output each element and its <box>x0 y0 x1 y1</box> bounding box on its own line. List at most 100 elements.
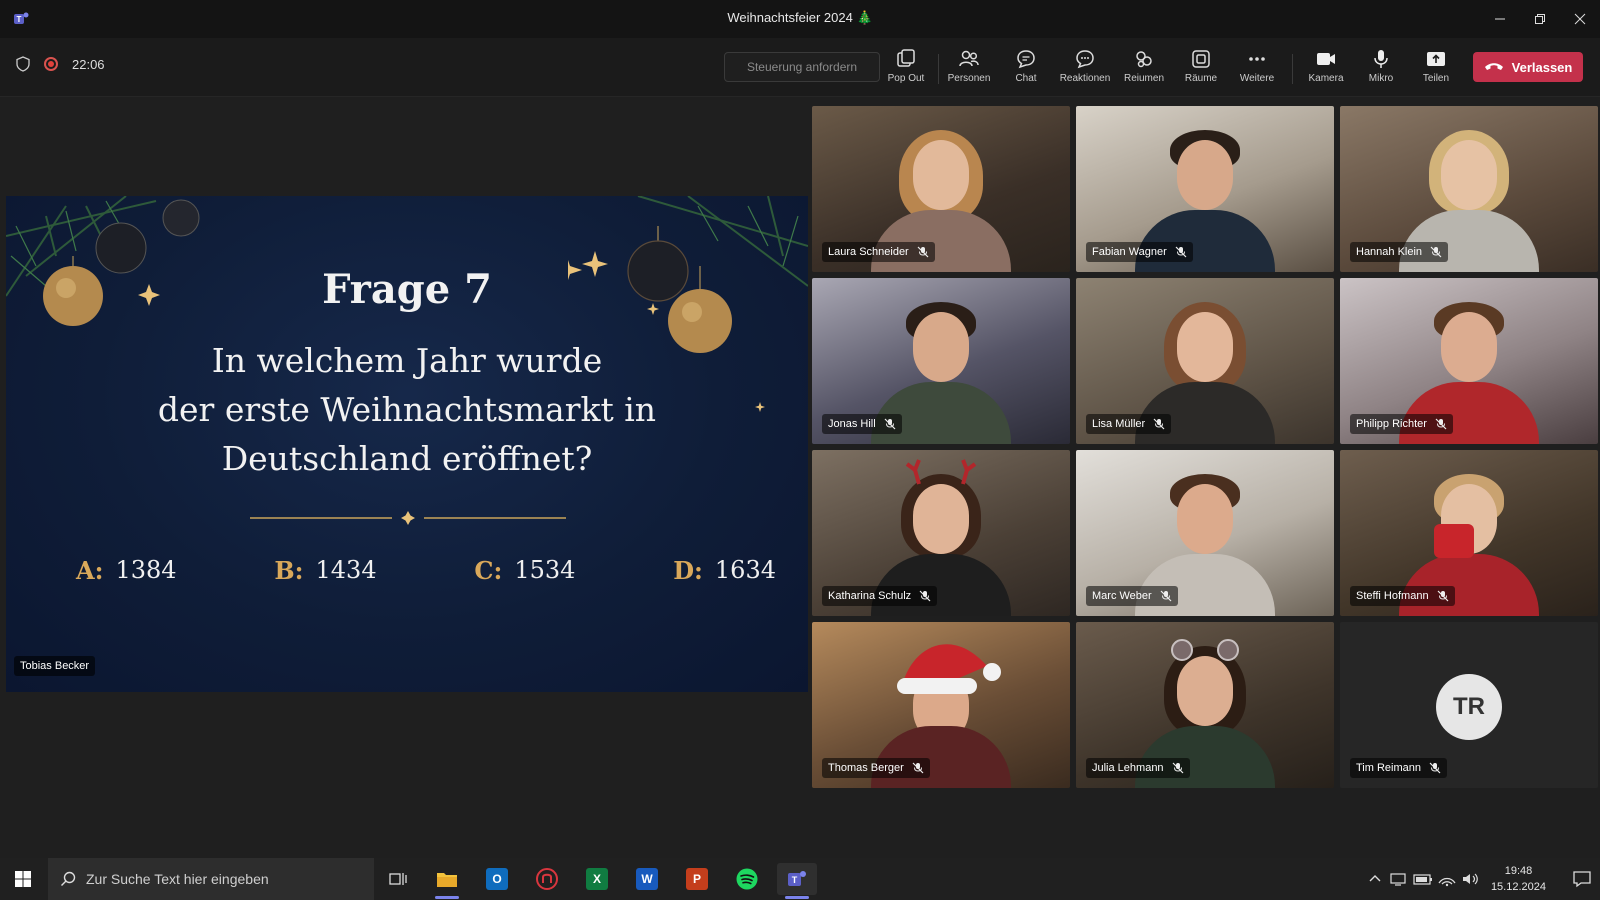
participant-tile[interactable]: Thomas Berger <box>812 622 1070 788</box>
tool-label: Räume <box>1184 73 1218 84</box>
task-view-icon <box>389 873 407 885</box>
reactions-button[interactable]: Reaktionen <box>1057 48 1113 90</box>
windows-taskbar: Zur Suche Text hier eingeben O X W P T 1… <box>0 858 1600 900</box>
toolbar-divider <box>938 54 939 84</box>
people-icon <box>959 50 979 67</box>
meeting-timer: 22:06 <box>72 56 105 72</box>
mic-off-icon <box>1153 418 1165 430</box>
slide-title: Frage 7 <box>322 266 492 313</box>
participant-name-tag: Jonas Hill <box>822 414 902 434</box>
spotify-icon <box>736 868 758 890</box>
taskbar-clock[interactable]: 19:48 15.12.2024 <box>1491 863 1546 895</box>
participant-name-tag: Julia Lehmann <box>1086 758 1190 778</box>
participant-tile[interactable]: Hannah Klein <box>1340 106 1598 272</box>
mic-off-icon <box>1429 762 1441 774</box>
battery-icon[interactable] <box>1411 871 1435 887</box>
chevron-up-icon[interactable] <box>1363 871 1387 887</box>
participant-name-tag: Hannah Klein <box>1350 242 1449 262</box>
share-button[interactable]: Teilen <box>1408 48 1464 90</box>
powerpoint-button[interactable]: P <box>677 863 717 895</box>
close-button[interactable] <box>1560 0 1600 38</box>
participant-name-tag: Lisa Müller <box>1086 414 1172 434</box>
teams-button[interactable]: T <box>777 863 817 899</box>
rooms-button[interactable]: Räume <box>1173 48 1229 90</box>
camera-icon <box>1317 53 1335 65</box>
participant-tile[interactable]: Katharina Schulz <box>812 450 1070 616</box>
mic-off-icon <box>1437 590 1448 602</box>
network-display-icon[interactable] <box>1387 871 1411 887</box>
tool-label: Teilen <box>1422 73 1450 84</box>
excel-button[interactable]: X <box>577 863 617 895</box>
wifi-icon[interactable] <box>1435 871 1459 887</box>
meeting-toolbar: 22:06 Steuerung anfordern Pop Out Person… <box>0 38 1600 97</box>
app-red-button[interactable] <box>527 863 567 895</box>
participant-name: Jonas Hill <box>828 418 876 430</box>
start-button[interactable] <box>0 858 46 900</box>
mic-off-icon <box>1160 590 1172 602</box>
file-explorer-button[interactable] <box>427 863 467 899</box>
participant-tile[interactable]: Philipp Richter <box>1340 278 1598 444</box>
participant-tile[interactable]: Laura Schneider <box>812 106 1070 272</box>
answer-option-a: A: 1384 <box>76 556 177 585</box>
chat-icon <box>1017 50 1035 69</box>
leave-button[interactable]: Verlassen <box>1473 52 1583 82</box>
mic-off-icon <box>1172 762 1183 774</box>
shield-icon[interactable] <box>16 56 30 72</box>
maximize-button[interactable] <box>1520 0 1560 38</box>
mic-off-icon <box>1435 418 1447 430</box>
participant-name: Steffi Hofmann <box>1356 590 1429 602</box>
camera-button[interactable]: Kamera <box>1298 48 1354 90</box>
participant-tile[interactable]: Marc Weber <box>1076 450 1334 616</box>
participant-tile[interactable]: Lisa Müller <box>1076 278 1334 444</box>
tool-label: Personen <box>947 73 991 84</box>
ornament-divider <box>250 511 566 525</box>
mic-off-icon <box>917 246 929 258</box>
apps-button[interactable]: Reiumen <box>1116 48 1172 90</box>
outlook-button[interactable]: O <box>477 863 517 895</box>
participant-tile[interactable]: TR Tim Reimann <box>1340 622 1598 788</box>
apps-icon <box>1136 51 1152 68</box>
recording-icon <box>44 57 58 71</box>
file-explorer-icon <box>437 873 457 887</box>
santa-hat-icon <box>897 644 1001 694</box>
answer-value: 1384 <box>115 556 177 584</box>
excel-icon: X <box>586 868 608 890</box>
mic-icon <box>1374 50 1388 68</box>
spotify-button[interactable] <box>727 863 767 895</box>
red-mug <box>1434 524 1474 558</box>
ears-headband-icon <box>1171 639 1239 661</box>
participant-name: Fabian Wagner <box>1092 246 1167 258</box>
chat-button[interactable]: Chat <box>998 48 1054 90</box>
answer-letter: D: <box>673 556 703 585</box>
answer-value: 1634 <box>714 556 776 584</box>
participant-name-tag: Thomas Berger <box>822 758 930 778</box>
people-button[interactable]: Personen <box>941 48 997 90</box>
meeting-status: 22:06 <box>16 56 105 72</box>
participant-tile[interactable]: Julia Lehmann <box>1076 622 1334 788</box>
request-control-button[interactable]: Steuerung anfordern <box>724 52 880 82</box>
mic-button[interactable]: Mikro <box>1353 48 1409 90</box>
notifications-icon[interactable] <box>1564 869 1600 889</box>
taskbar-search-box[interactable]: Zur Suche Text hier eingeben <box>48 858 374 900</box>
minimize-button[interactable] <box>1480 0 1520 38</box>
participant-name: Julia Lehmann <box>1092 762 1164 774</box>
more-button[interactable]: Weitere <box>1229 48 1285 90</box>
participant-tile[interactable]: Jonas Hill <box>812 278 1070 444</box>
volume-icon[interactable] <box>1459 871 1483 887</box>
word-icon: W <box>636 868 658 890</box>
task-view-button[interactable] <box>378 863 418 895</box>
participant-name-tag: Tim Reimann <box>1350 758 1447 778</box>
tool-label: Kamera <box>1308 73 1344 84</box>
teams-icon: T <box>788 871 806 886</box>
pop-out-button[interactable]: Pop Out <box>878 48 934 90</box>
tool-label: Reaktionen <box>1059 73 1111 84</box>
rooms-icon <box>1192 50 1210 68</box>
answer-letter: B: <box>274 556 304 585</box>
participant-name: Thomas Berger <box>828 762 904 774</box>
window-title: Weihnachtsfeier 2024 🎄 <box>727 10 873 25</box>
participant-name: Laura Schneider <box>828 246 909 258</box>
participant-name: Lisa Müller <box>1092 418 1146 430</box>
participant-tile[interactable]: Steffi Hofmann <box>1340 450 1598 616</box>
participant-tile[interactable]: Fabian Wagner <box>1076 106 1334 272</box>
word-button[interactable]: W <box>627 863 667 895</box>
